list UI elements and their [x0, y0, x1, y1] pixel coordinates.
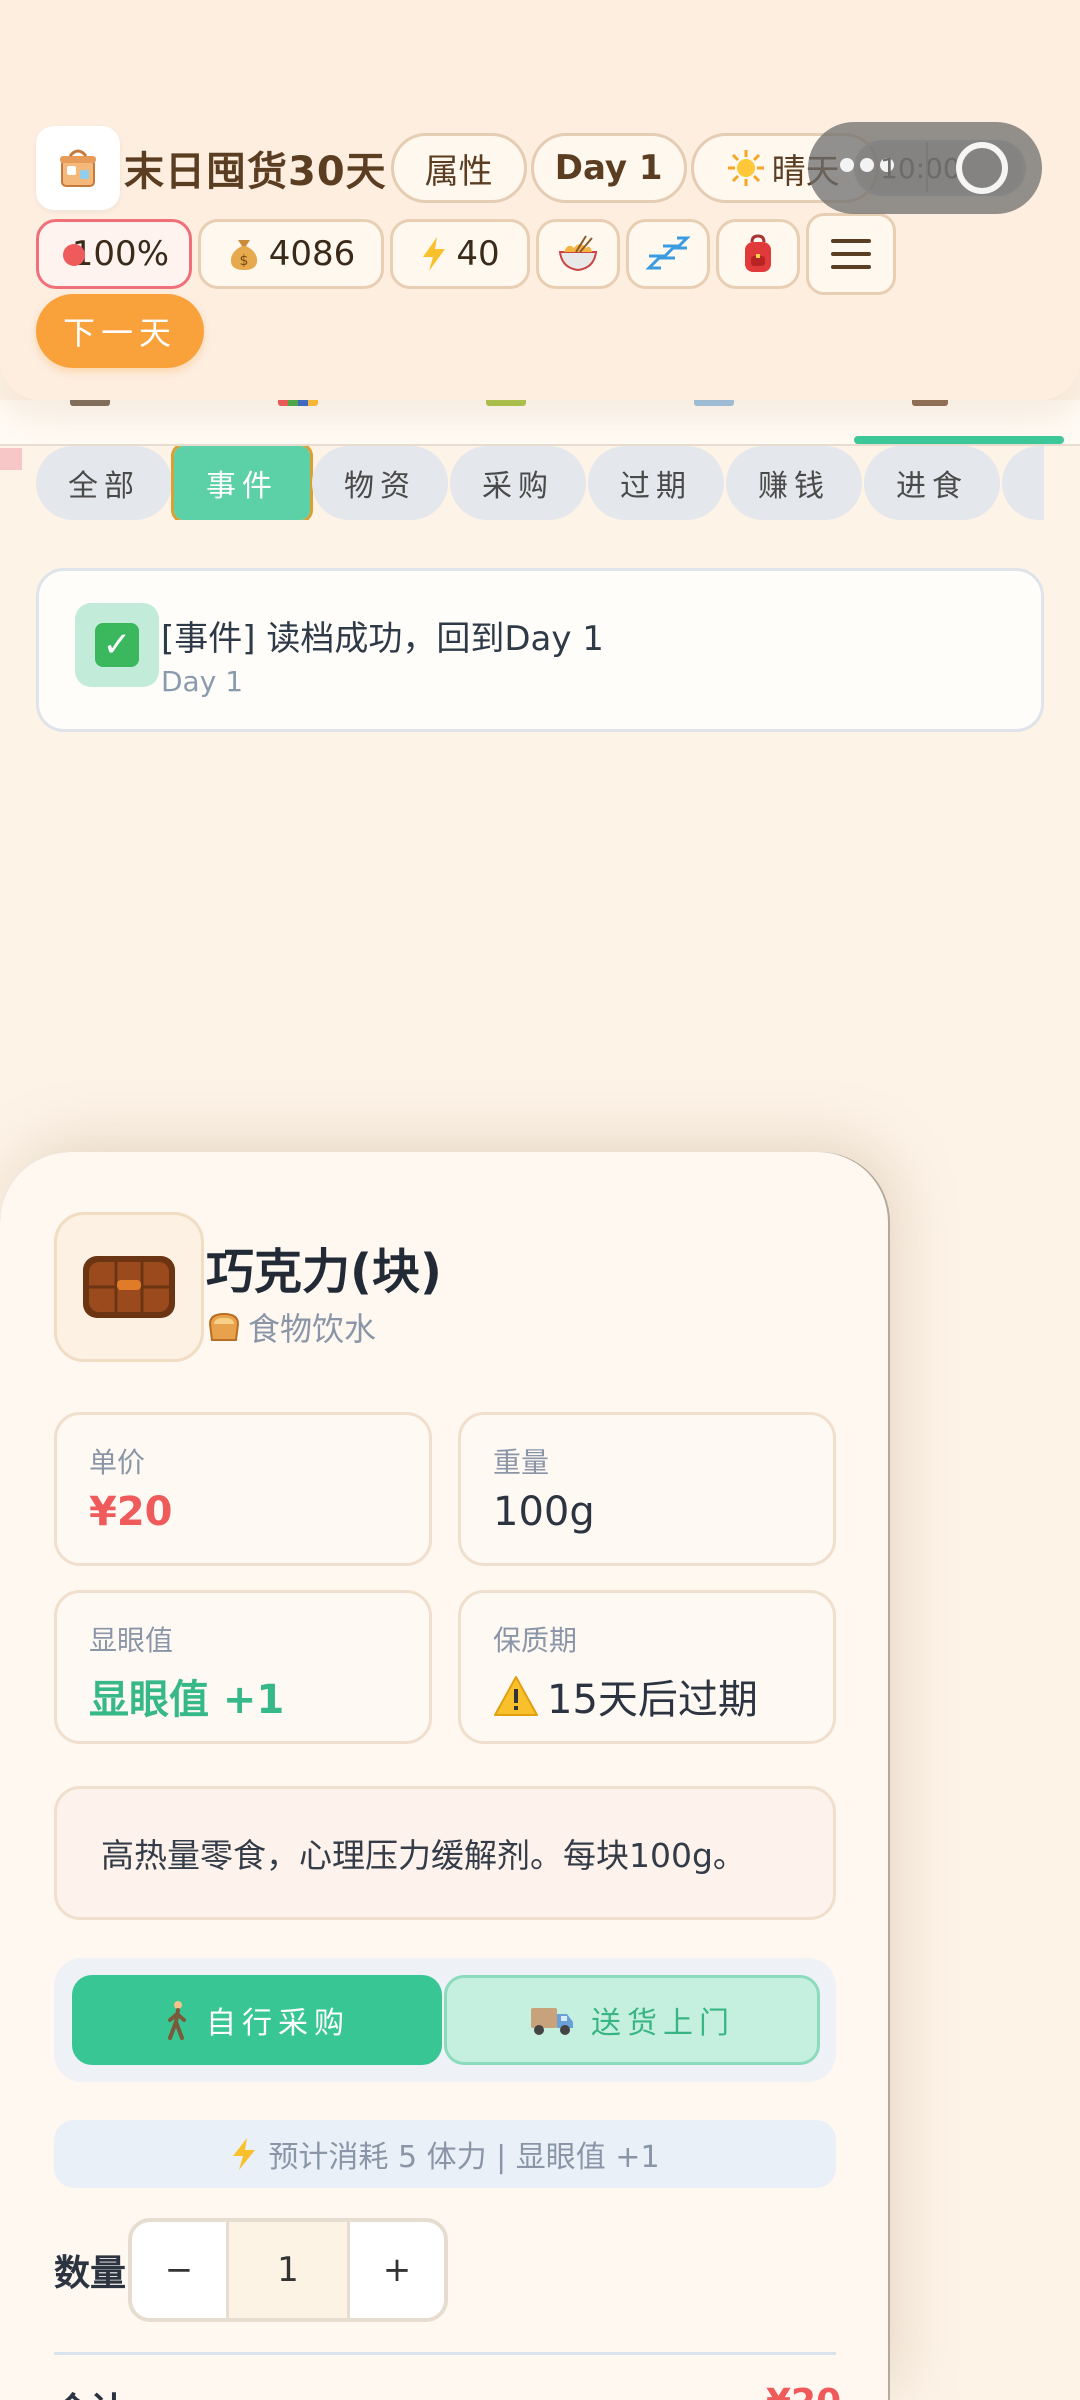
- walking-person-icon: [168, 2001, 186, 2040]
- lightning-icon: [423, 237, 446, 271]
- shelf-life-box: 保质期 15天后过期: [458, 1590, 836, 1744]
- item-description: 高热量零食，心理压力缓解剂。每块100g。: [54, 1786, 836, 1920]
- energy-stat[interactable]: 40: [390, 219, 530, 289]
- price-label: 单价: [89, 1446, 146, 1479]
- item-category-label: 食物饮水: [248, 1310, 377, 1348]
- energy-value: 40: [456, 234, 500, 274]
- quantity-input[interactable]: 1: [226, 2222, 350, 2318]
- capsule-divider: [926, 142, 928, 192]
- log-entry: ✓ [事件] 读档成功，回到Day 1 Day 1: [36, 568, 1044, 732]
- shelf-life-label: 保质期: [493, 1624, 578, 1657]
- filter-chip-all[interactable]: 全部: [36, 446, 172, 520]
- self-purchase-button[interactable]: 自行采购: [72, 1975, 442, 2065]
- quantity-row: 数量 − 1 +: [54, 2218, 448, 2322]
- log-entry-day: Day 1: [161, 665, 244, 698]
- menu-button[interactable]: [806, 213, 896, 295]
- backpack-button[interactable]: [716, 219, 800, 289]
- mini-program-capsule[interactable]: 10:00: [808, 122, 1042, 214]
- attributes-button[interactable]: 属性: [390, 133, 527, 203]
- hamburger-icon: [831, 239, 871, 269]
- lightning-icon: [233, 2138, 256, 2170]
- chocolate-icon: [54, 1212, 204, 1362]
- total-label: 合计: [54, 2382, 126, 2400]
- shelf-life-row: 15天后过期: [493, 1667, 758, 1725]
- energy-cost-text: 预计消耗 5 体力 | 显眼值 +1: [268, 2140, 660, 2175]
- weight-label: 重量: [493, 1446, 550, 1479]
- warning-icon: [494, 1676, 538, 1716]
- money-value: 4086: [268, 234, 356, 274]
- tab-stub-1[interactable]: [70, 400, 110, 406]
- price-box: 单价 ¥20: [54, 1412, 432, 1566]
- quantity-stepper: − 1 +: [128, 2218, 448, 2322]
- visibility-value: 显眼值 +1: [89, 1677, 285, 1723]
- active-tab-indicator: [854, 436, 1064, 444]
- tab-stub-3[interactable]: [486, 400, 526, 406]
- money-bag-icon: $: [230, 240, 257, 270]
- weight-value: 100g: [493, 1489, 595, 1535]
- item-category: 食物饮水: [206, 1304, 376, 1350]
- check-icon: ✓: [75, 603, 159, 687]
- energy-cost-hint: 预计消耗 5 体力 | 显眼值 +1: [54, 2120, 836, 2188]
- visibility-box: 显眼值 显眼值 +1: [54, 1590, 432, 1744]
- filter-chip-earn[interactable]: 赚钱: [726, 446, 862, 520]
- shelf-life-value: 15天后过期: [547, 1677, 758, 1723]
- bread-icon: [208, 1312, 240, 1341]
- day-badge: Day 1: [530, 133, 687, 203]
- item-name: 巧克力(块): [206, 1244, 442, 1300]
- top-header: 末日囤货30天 属性 Day 1 晴天 10:00 100% $ 4086 40…: [0, 0, 1080, 400]
- quantity-increase-button[interactable]: +: [350, 2222, 444, 2318]
- item-detail-sheet: 巧克力(块) 食物饮水 单价 ¥20 重量 100g 显眼值 显眼值 +1 保质…: [0, 1152, 888, 2400]
- total-divider: [54, 2352, 836, 2355]
- quantity-label: 数量: [54, 2253, 127, 2294]
- filter-chip-more[interactable]: [1002, 446, 1044, 520]
- capsule-time: 10:00: [880, 152, 961, 185]
- close-circle-icon[interactable]: [956, 142, 1008, 194]
- filter-chip-expired[interactable]: 过期: [588, 446, 724, 520]
- purchase-mode-toggle: 自行采购 送货上门: [54, 1958, 836, 2082]
- food-button[interactable]: [536, 219, 620, 289]
- log-filter-chips: 全部 事件 物资 采购 过期 赚钱 进食: [36, 446, 1044, 520]
- filter-chip-purchase[interactable]: 采购: [450, 446, 586, 520]
- log-entry-text: [事件] 读档成功，回到Day 1: [161, 619, 604, 659]
- filter-chip-event[interactable]: 事件: [171, 446, 313, 520]
- shopping-basket-icon: [36, 126, 120, 210]
- delivery-label: 送货上门: [591, 2006, 735, 2041]
- quantity-decrease-button[interactable]: −: [132, 2222, 226, 2318]
- noodle-bowl-icon: [558, 235, 598, 272]
- pink-marker: [0, 448, 22, 470]
- app-title: 末日囤货30天: [124, 149, 387, 195]
- delivery-button[interactable]: 送货上门: [444, 1975, 820, 2065]
- total-value: ¥20: [766, 2382, 841, 2400]
- visibility-label: 显眼值: [89, 1624, 174, 1657]
- sun-icon: [727, 150, 764, 186]
- zzz-icon: [645, 236, 691, 270]
- health-dot-icon: [63, 244, 85, 266]
- money-stat[interactable]: $ 4086: [198, 219, 384, 289]
- self-purchase-label: 自行采购: [206, 2006, 350, 2041]
- tab-stub-2[interactable]: [278, 400, 318, 406]
- svg-text:$: $: [239, 253, 248, 269]
- health-stat[interactable]: 100%: [36, 219, 192, 289]
- header-row-title: 末日囤货30天 属性 Day 1 晴天: [36, 126, 879, 210]
- filter-chip-eat[interactable]: 进食: [864, 446, 1000, 520]
- tab-stub-5[interactable]: [912, 400, 948, 406]
- weight-box: 重量 100g: [458, 1412, 836, 1566]
- next-day-button[interactable]: 下一天: [36, 294, 204, 368]
- health-value: 100%: [71, 234, 169, 274]
- filter-chip-supplies[interactable]: 物资: [312, 446, 448, 520]
- sleep-button[interactable]: [626, 219, 710, 289]
- header-row-stats: 100% $ 4086 40: [36, 213, 902, 295]
- delivery-truck-icon: [531, 2008, 573, 2035]
- price-value: ¥20: [89, 1489, 173, 1535]
- backpack-icon: [745, 234, 771, 272]
- tab-stub-4[interactable]: [694, 400, 734, 406]
